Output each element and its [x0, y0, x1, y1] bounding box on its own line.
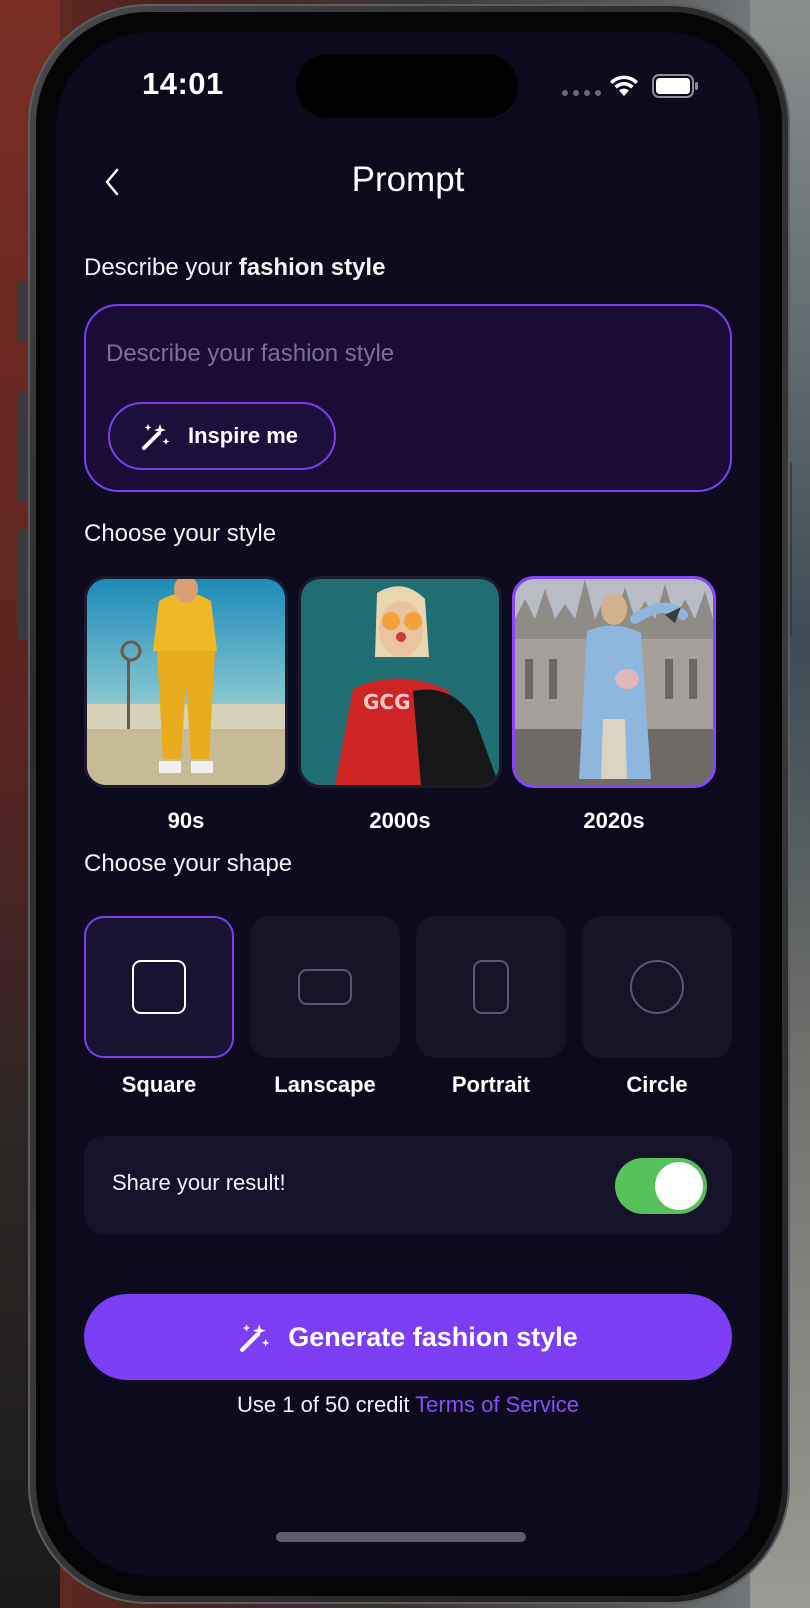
cellular-signal-icon: [562, 90, 601, 96]
generate-button-label: Generate fashion style: [288, 1321, 578, 1352]
shape-label-landscape: Lanscape: [274, 1072, 376, 1097]
landscape-shape-icon: [298, 969, 352, 1005]
inspire-me-label: Inspire me: [188, 423, 299, 448]
portrait-shape-icon: [473, 960, 509, 1014]
wifi-icon: [610, 75, 638, 96]
credit-text: Use 1 of 50 credit: [237, 1392, 416, 1417]
shape-card-landscape[interactable]: [250, 916, 400, 1058]
circle-shape-icon: [630, 960, 684, 1014]
app-screen: 14:01 Prompt Describe your fashion style…: [56, 32, 760, 1576]
share-result-toggle[interactable]: [615, 1158, 707, 1214]
style-card-90s[interactable]: [84, 576, 288, 788]
prompt-section-label: Describe your fashion style: [84, 254, 385, 282]
inspire-me-button[interactable]: Inspire me: [108, 402, 336, 470]
prompt-label-prefix: Describe your: [84, 254, 239, 281]
svg-text:GCG: GCG: [363, 690, 411, 714]
terms-of-service-link[interactable]: Terms of Service: [415, 1392, 579, 1417]
magic-wand-icon: [142, 424, 170, 450]
shape-label-square: Square: [121, 1072, 197, 1097]
style-label-2020s: 2020s: [583, 808, 645, 833]
style-2020s-image: [515, 579, 713, 785]
credit-line: Use 1 of 50 credit Terms of Service: [56, 1392, 760, 1418]
share-result-label: Share your result!: [112, 1170, 286, 1195]
shape-label-portrait: Portrait: [451, 1072, 531, 1097]
shape-card-square[interactable]: [84, 916, 234, 1058]
style-2000s-image: GCG: [301, 579, 499, 785]
style-card-2020s[interactable]: [512, 576, 716, 788]
style-section-label: Choose your style: [84, 520, 277, 547]
shape-label-circle: Circle: [626, 1072, 688, 1097]
style-card-2000s[interactable]: GCG: [298, 576, 502, 788]
status-time: 14:01: [142, 66, 224, 101]
prompt-label-bold: fashion style: [238, 254, 386, 281]
shape-card-circle[interactable]: [582, 916, 732, 1058]
style-90s-image: [87, 579, 285, 785]
share-result-row: Share your result!: [84, 1136, 732, 1234]
home-indicator[interactable]: [276, 1532, 526, 1542]
generate-fashion-style-button[interactable]: Generate fashion style: [84, 1294, 732, 1380]
style-label-90s: 90s: [167, 808, 205, 833]
prompt-box: Inspire me: [84, 304, 732, 492]
square-shape-icon: [132, 960, 186, 1014]
magic-wand-icon: [240, 1324, 270, 1352]
shape-section-label: Choose your shape: [84, 850, 293, 877]
shape-card-portrait[interactable]: [416, 916, 566, 1058]
battery-icon: [652, 74, 698, 98]
fashion-style-input[interactable]: [106, 334, 706, 374]
page-title: Prompt: [351, 160, 465, 199]
dynamic-island: [296, 54, 518, 118]
toggle-knob: [655, 1162, 703, 1210]
style-label-2000s: 2000s: [369, 808, 431, 833]
